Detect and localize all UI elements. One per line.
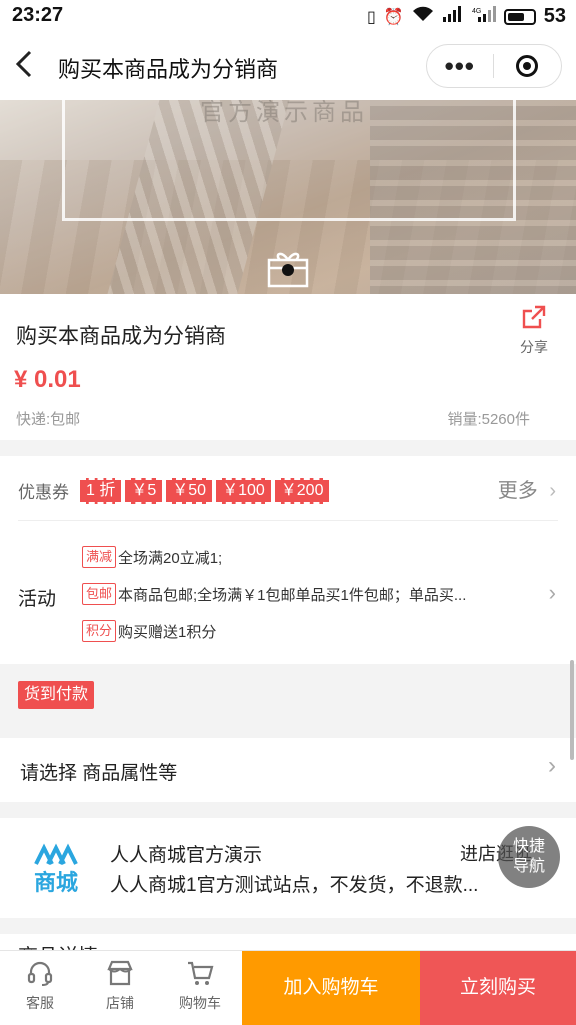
coupon-badge[interactable]: ￥50 bbox=[166, 478, 213, 504]
promotion-card: 优惠券 1 折 ￥5 ￥50 ￥100 ￥200 更多 › 活动 满减 全场满2… bbox=[0, 456, 576, 664]
shop-logo: 商城 bbox=[32, 838, 84, 896]
battery-icon bbox=[503, 8, 536, 25]
buy-now-button[interactable]: 立刻购买 bbox=[420, 951, 576, 1025]
quick-nav-button[interactable]: 快捷 导航 bbox=[498, 826, 560, 888]
coupon-more-label: 更多 bbox=[497, 480, 538, 502]
alarm-icon: ⏰ bbox=[383, 8, 404, 26]
coupon-more-button[interactable]: 更多 › bbox=[498, 474, 556, 503]
status-bar: 23:27 ▯ ⏰ 4G 53 bbox=[0, 0, 576, 34]
shop-card[interactable]: 商城 人人商城官方演示 人人商城1官方测试站点，不发货，不退款... 进店逛逛 bbox=[0, 818, 576, 918]
cod-badge: 货到付款 bbox=[18, 681, 95, 709]
battery-level: 53 bbox=[543, 5, 566, 27]
activity-text: 购买赠送1积分 bbox=[118, 623, 217, 641]
cart-button[interactable]: 购物车 bbox=[165, 959, 235, 1013]
customer-service-label: 客服 bbox=[26, 995, 54, 1011]
activity-tag: 满减 bbox=[82, 546, 117, 568]
svg-text:4G: 4G bbox=[472, 8, 481, 15]
activity-row: 满减 全场满20立减1; bbox=[82, 546, 222, 568]
scrollbar[interactable] bbox=[570, 660, 574, 760]
page-title: 购买本商品成为分销商 bbox=[58, 57, 279, 82]
activity-text: 全场满20立减1; bbox=[118, 549, 223, 567]
coupon-list[interactable]: 1 折 ￥5 ￥50 ￥100 ￥200 bbox=[80, 478, 330, 504]
coupon-badge[interactable]: ￥5 bbox=[125, 478, 163, 504]
coupon-badge[interactable]: 1 折 bbox=[80, 478, 122, 504]
signal-icon bbox=[442, 6, 464, 27]
customer-service-button[interactable]: 客服 bbox=[5, 959, 75, 1013]
coupon-badge[interactable]: ￥100 bbox=[216, 478, 271, 504]
target-icon bbox=[516, 55, 539, 77]
shipping-info: 快递:包邮 bbox=[16, 411, 81, 428]
more-dots-icon[interactable]: ••• bbox=[427, 44, 493, 88]
vibrate-icon: ▯ bbox=[367, 8, 376, 26]
status-icons: ▯ ⏰ 4G 53 bbox=[367, 5, 566, 28]
share-label: 分享 bbox=[520, 339, 548, 355]
store-icon bbox=[107, 960, 133, 986]
select-attributes-row[interactable]: 请选择 商品属性等 › bbox=[0, 738, 576, 802]
divider bbox=[18, 520, 558, 521]
back-icon[interactable] bbox=[14, 48, 44, 84]
activity-row[interactable]: 包邮 本商品包邮;全场满￥1包邮单品买1件包邮；单品买... bbox=[82, 583, 532, 605]
activity-label: 活动 bbox=[18, 589, 57, 610]
cart-icon bbox=[188, 961, 214, 985]
chevron-right-icon[interactable]: › bbox=[549, 580, 556, 606]
carousel-dot[interactable] bbox=[282, 264, 294, 276]
quick-nav-label-1: 快捷 bbox=[512, 838, 545, 855]
status-time: 23:27 bbox=[12, 4, 64, 26]
bottom-action-bar: 客服 店铺 购物车 加入购物车 立刻购买 bbox=[0, 950, 576, 1025]
headset-icon bbox=[27, 961, 53, 986]
chevron-right-icon: › bbox=[549, 480, 556, 502]
store-label: 店铺 bbox=[106, 995, 134, 1011]
signal-4g-icon: 4G bbox=[472, 6, 496, 27]
nav-header: 购买本商品成为分销商 ••• bbox=[0, 34, 576, 100]
add-to-cart-button[interactable]: 加入购物车 bbox=[242, 951, 420, 1025]
product-info: 购买本商品成为分销商 分享 ¥ 0.01 快递:包邮 销量:5260件 bbox=[0, 294, 576, 440]
close-miniprogram-button[interactable] bbox=[494, 55, 562, 77]
select-attributes-label: 请选择 商品属性等 bbox=[20, 763, 178, 784]
cart-label: 购物车 bbox=[179, 995, 221, 1011]
chevron-right-icon: › bbox=[548, 752, 556, 779]
share-button[interactable]: 分享 bbox=[512, 304, 556, 357]
product-title: 购买本商品成为分销商 bbox=[16, 325, 226, 348]
activity-tag: 包邮 bbox=[82, 583, 117, 605]
activity-text: 本商品包邮;全场满￥1包邮单品买1件包邮；单品买... bbox=[118, 586, 467, 604]
sales-count: 销量:5260件 bbox=[447, 411, 530, 428]
activity-tag: 积分 bbox=[82, 620, 117, 642]
coupon-label: 优惠券 bbox=[18, 483, 69, 502]
shop-name: 人人商城官方演示 bbox=[110, 845, 263, 866]
svg-text:商城: 商城 bbox=[34, 870, 78, 894]
miniprogram-capsule: ••• bbox=[426, 44, 562, 88]
coupon-badge[interactable]: ￥200 bbox=[274, 478, 330, 504]
share-icon bbox=[522, 305, 546, 329]
activity-row: 积分 购买赠送1积分 bbox=[82, 620, 216, 642]
shop-description: 人人商城1官方测试站点，不发货，不退款... bbox=[110, 875, 479, 896]
product-price: ¥ 0.01 bbox=[14, 366, 81, 393]
quick-nav-label-2: 导航 bbox=[512, 858, 545, 875]
store-button[interactable]: 店铺 bbox=[85, 959, 155, 1013]
wifi-icon bbox=[412, 6, 434, 27]
